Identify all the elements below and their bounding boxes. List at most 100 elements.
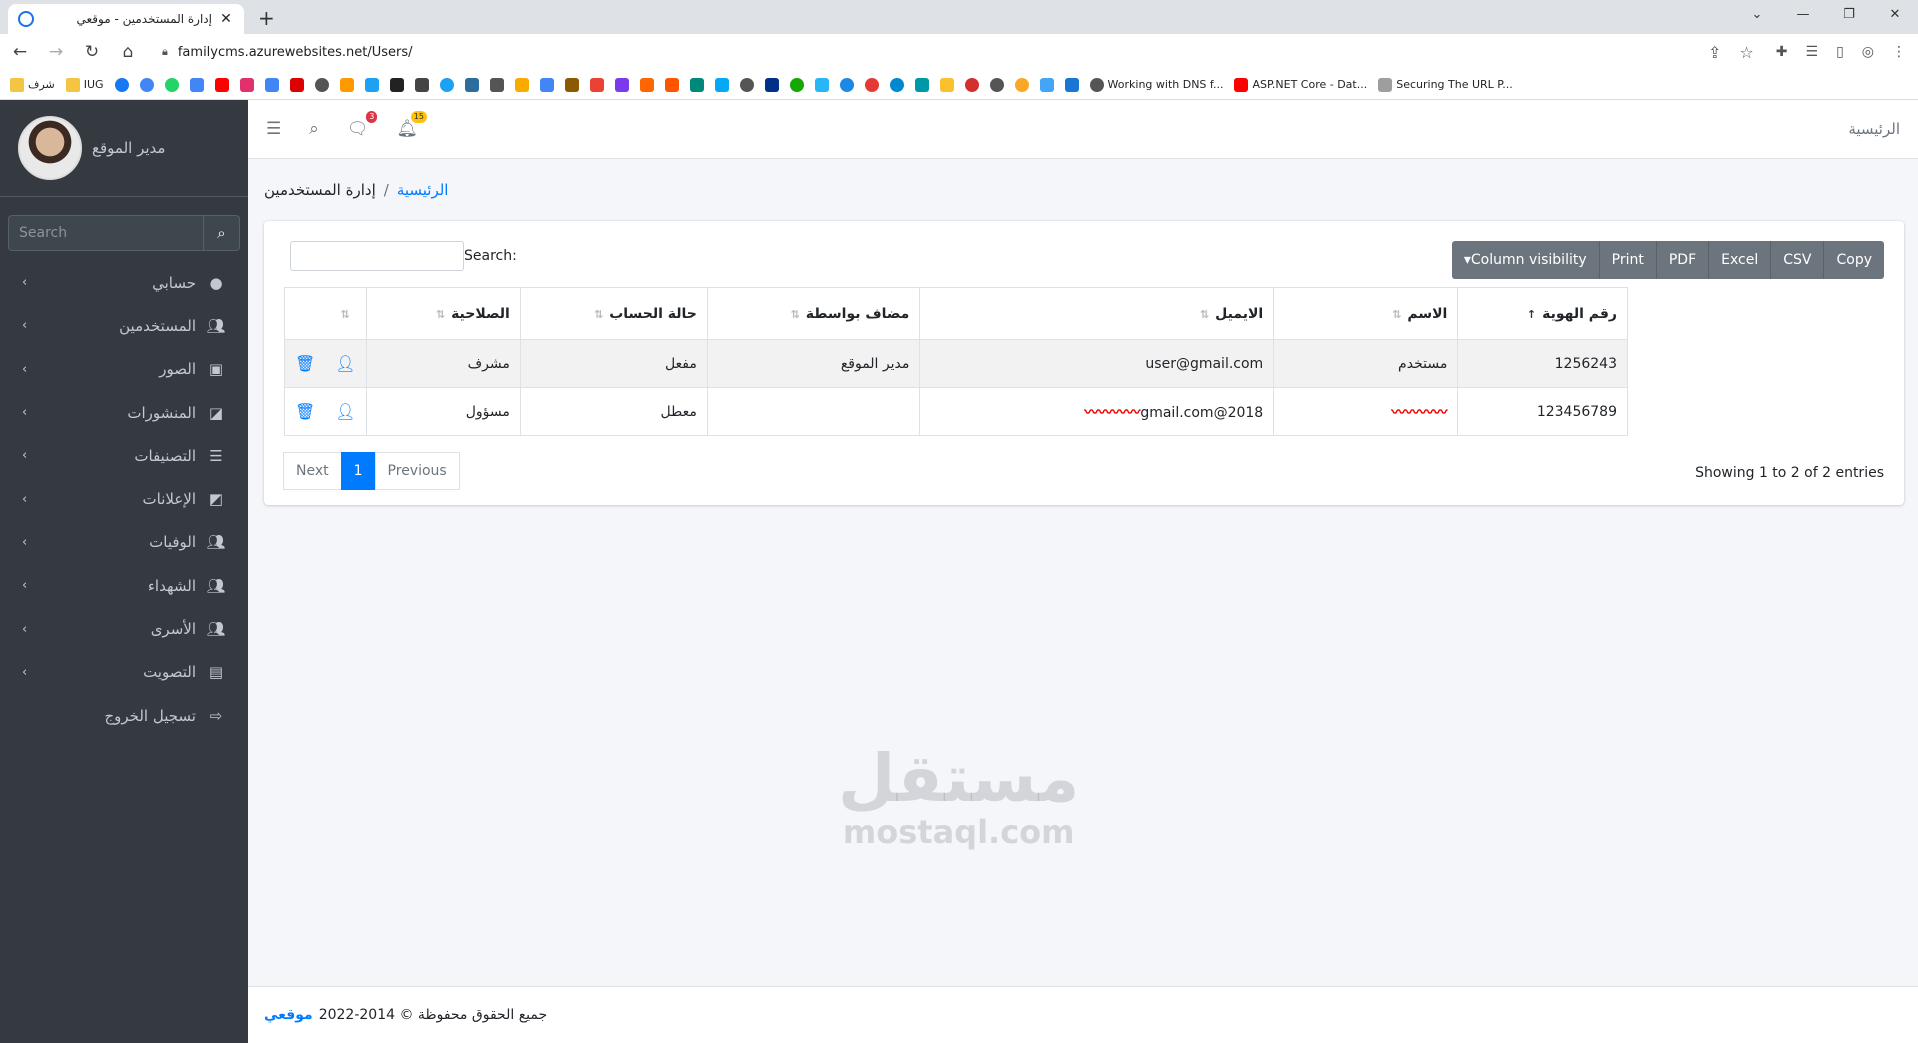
- bookmark-icon[interactable]: [639, 77, 654, 92]
- bookmark-icon[interactable]: [439, 77, 454, 92]
- bookmark-icon[interactable]: [964, 77, 979, 92]
- col-email[interactable]: الايميل⇅: [919, 287, 1275, 340]
- bookmark-securing-url[interactable]: Securing The URL P...: [1378, 77, 1513, 92]
- browser-tab[interactable]: إدارة المستخدمين - موقعي ✕: [8, 4, 244, 34]
- bookmark-icon[interactable]: [814, 77, 829, 92]
- bookmark-icon[interactable]: [314, 77, 329, 92]
- sidebar-item-obituaries[interactable]: ‹ الوفيات 👥︎: [0, 521, 248, 564]
- bookmark-icon[interactable]: [689, 77, 704, 92]
- col-actions[interactable]: ⇅: [284, 287, 367, 340]
- bookmark-icon[interactable]: [664, 77, 679, 92]
- sidebar-item-ads[interactable]: ‹ الإعلانات ◩: [0, 477, 248, 520]
- sidebar-item-users[interactable]: ‹ المستخدمين 👥︎: [0, 304, 248, 347]
- col-status[interactable]: حالة الحساب⇅: [519, 287, 708, 340]
- search-icon[interactable]: ⌕: [309, 119, 319, 139]
- sidebar-item-posts[interactable]: ‹ المنشورات ◪: [0, 391, 248, 434]
- search-button[interactable]: ⌕: [203, 215, 240, 251]
- omnibox[interactable]: 🔒︎ familycms.azurewebsites.net/Users/ ⇪ …: [152, 38, 1764, 66]
- restore-button[interactable]: ❐: [1826, 0, 1872, 28]
- bookmark-whatsapp[interactable]: [164, 77, 179, 92]
- bookmark-icon[interactable]: [389, 77, 404, 92]
- bookmark-folder[interactable]: IUG: [65, 77, 104, 92]
- bookmark-upwork[interactable]: [789, 77, 804, 92]
- bookmark-translate[interactable]: [264, 77, 279, 92]
- copy-button[interactable]: Copy: [1824, 241, 1884, 279]
- trash-icon[interactable]: 🗑︎: [295, 354, 315, 373]
- forward-button[interactable]: →: [44, 42, 68, 62]
- bookmark-icon[interactable]: [289, 77, 304, 92]
- back-button[interactable]: ←: [8, 42, 32, 62]
- bookmark-icon[interactable]: [839, 77, 854, 92]
- col-name[interactable]: الاسم⇅: [1273, 287, 1459, 340]
- chevron-down-icon[interactable]: ⌄: [1734, 0, 1780, 28]
- puzzle-icon[interactable]: ✚: [1776, 44, 1788, 60]
- home-button[interactable]: ⌂: [116, 42, 140, 62]
- profile-icon[interactable]: ◎: [1862, 44, 1874, 60]
- minimize-button[interactable]: —: [1780, 0, 1826, 28]
- pdf-button[interactable]: PDF: [1656, 241, 1710, 279]
- new-tab-button[interactable]: +: [258, 6, 275, 30]
- bookmark-icon[interactable]: [889, 77, 904, 92]
- bookmark-icon[interactable]: [339, 77, 354, 92]
- col-id[interactable]: رقم الهوية↑: [1457, 287, 1628, 340]
- bookmark-search[interactable]: [189, 77, 204, 92]
- bookmark-google[interactable]: [139, 77, 154, 92]
- breadcrumb-home[interactable]: الرئيسية: [397, 181, 449, 199]
- col-added-by[interactable]: مضاف بواسطة⇅: [706, 287, 921, 340]
- sidebar-item-prisoners[interactable]: ‹ الأسرى 👥︎: [0, 607, 248, 650]
- bookmark-icon[interactable]: [914, 77, 929, 92]
- bookmark-youtube[interactable]: [214, 77, 229, 92]
- bookmark-twitter[interactable]: [364, 77, 379, 92]
- next-page-button[interactable]: Next: [283, 452, 342, 490]
- bookmark-gmail[interactable]: [589, 77, 604, 92]
- sidebar-item-account[interactable]: ‹ حسابي ●: [0, 261, 248, 304]
- hamburger-icon[interactable]: ☰: [266, 119, 281, 139]
- notifications-button[interactable]: 🔔︎ 15: [396, 111, 427, 139]
- menu-dots-icon[interactable]: ⋮: [1892, 44, 1906, 60]
- bookmark-instagram[interactable]: [239, 77, 254, 92]
- bookmark-folder[interactable]: شرف: [10, 77, 55, 92]
- csv-button[interactable]: CSV: [1771, 241, 1825, 279]
- bookmark-paypal[interactable]: [764, 77, 779, 92]
- close-window-button[interactable]: ✕: [1872, 0, 1918, 28]
- bookmark-icon[interactable]: [614, 77, 629, 92]
- bookmark-icon[interactable]: [989, 77, 1004, 92]
- sidebar-item-images[interactable]: ‹ الصور ▣: [0, 348, 248, 391]
- nav-home-link[interactable]: الرئيسية: [1848, 120, 1900, 138]
- reload-button[interactable]: ↻: [80, 42, 104, 62]
- previous-page-button[interactable]: Previous: [374, 452, 460, 490]
- messages-button[interactable]: 🗨︎ 3: [347, 111, 378, 139]
- bookmark-icon[interactable]: [739, 77, 754, 92]
- bookmark-analytics[interactable]: [514, 77, 529, 92]
- trash-icon[interactable]: 🗑︎: [295, 402, 315, 421]
- sidebar-item-voting[interactable]: ‹ التصويت ▤: [0, 651, 248, 694]
- bookmark-dns[interactable]: Working with DNS f...: [1089, 77, 1223, 92]
- page-1-button[interactable]: 1: [340, 452, 376, 490]
- close-tab-icon[interactable]: ✕: [218, 11, 234, 27]
- bookmark-icon[interactable]: [939, 77, 954, 92]
- sidepanel-icon[interactable]: ▯: [1836, 44, 1844, 60]
- print-button[interactable]: Print: [1599, 241, 1657, 279]
- table-search-input[interactable]: [290, 241, 464, 271]
- bookmark-icon[interactable]: [414, 77, 429, 92]
- reading-list-icon[interactable]: ☰: [1806, 44, 1819, 60]
- share-icon[interactable]: ⇪: [1708, 43, 1721, 62]
- bookmark-icon[interactable]: [1064, 77, 1079, 92]
- sidebar-search-input[interactable]: [8, 215, 203, 251]
- bookmark-icon[interactable]: [464, 77, 479, 92]
- bookmark-icon[interactable]: [489, 77, 504, 92]
- bookmark-ads[interactable]: [539, 77, 554, 92]
- bookmark-icon[interactable]: [864, 77, 879, 92]
- footer-brand-link[interactable]: موقعي: [264, 1007, 313, 1023]
- excel-button[interactable]: Excel: [1709, 241, 1772, 279]
- user-edit-icon[interactable]: 👤︎: [335, 354, 355, 373]
- star-icon[interactable]: ☆: [1739, 43, 1753, 62]
- bookmark-icon[interactable]: [1014, 77, 1029, 92]
- bookmark-aspnet[interactable]: ASP.NET Core - Dat...: [1234, 77, 1367, 92]
- bookmark-facebook[interactable]: [114, 77, 129, 92]
- column-visibility-button[interactable]: ▾Column visibility: [1451, 241, 1600, 279]
- bookmark-icon[interactable]: [564, 77, 579, 92]
- bookmark-icon[interactable]: [1039, 77, 1054, 92]
- sidebar-item-categories[interactable]: ‹ التصنيفات ☰: [0, 434, 248, 477]
- sidebar-item-martyrs[interactable]: ‹ الشهداء 👥︎: [0, 564, 248, 607]
